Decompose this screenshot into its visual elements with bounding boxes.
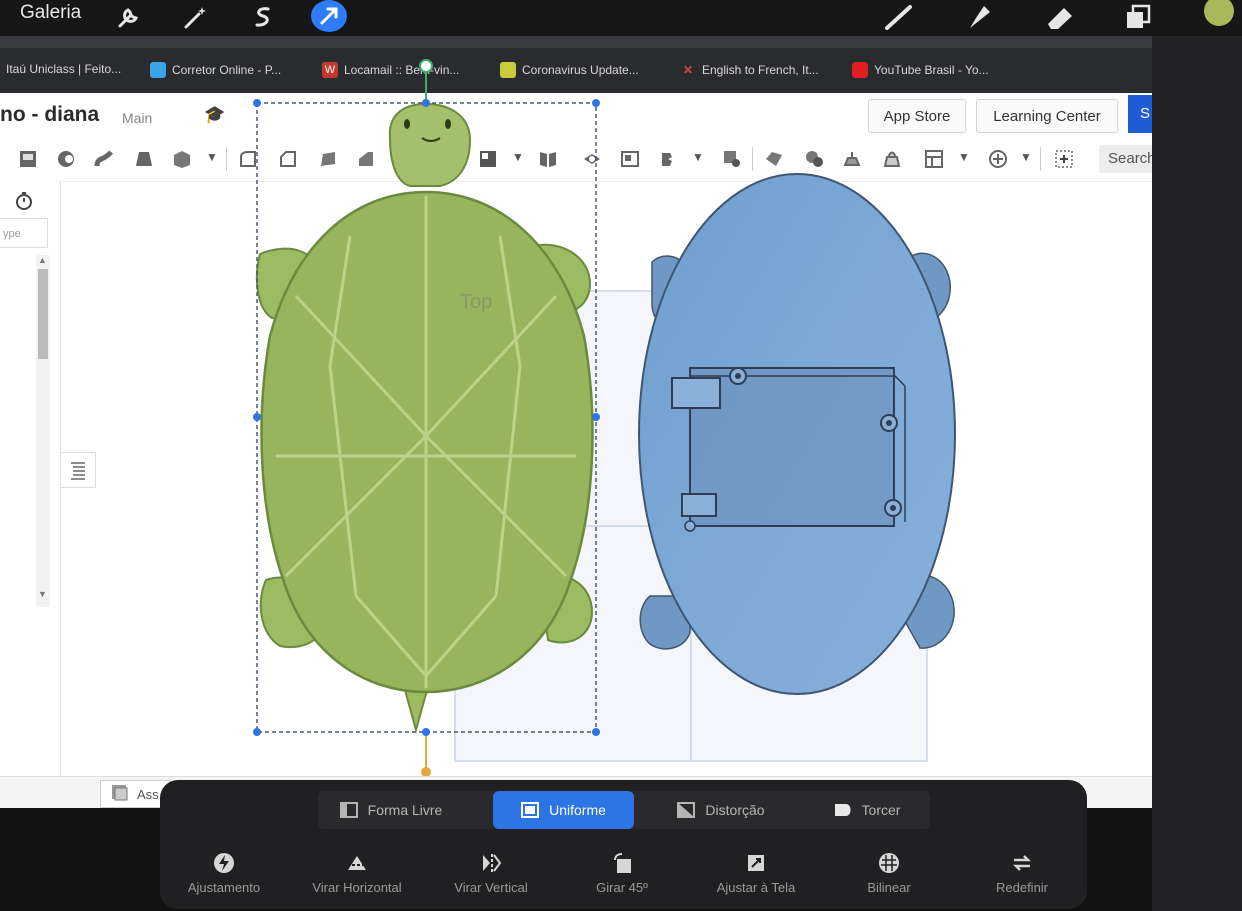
flip-vertical-button[interactable]: Virar Vertical — [436, 852, 546, 895]
warp-mode-button[interactable]: Torcer — [802, 791, 932, 829]
flip-horizontal-button[interactable]: Virar Horizontal — [292, 852, 422, 895]
view-plane-label: Top — [460, 291, 492, 313]
magic-wand-icon[interactable] — [181, 4, 209, 30]
blue-turtle-model[interactable] — [638, 173, 956, 695]
reset-icon — [1011, 852, 1033, 874]
gallery-button[interactable]: Galeria — [20, 2, 81, 24]
smudge-icon[interactable] — [962, 4, 994, 30]
procreate-top-bar: Galeria — [0, 0, 1242, 36]
fit-to-screen-icon — [745, 852, 767, 874]
reset-button[interactable]: Redefinir — [972, 852, 1072, 895]
assembly-icon — [112, 785, 128, 801]
freeform-mode-button[interactable]: Forma Livre — [326, 791, 456, 829]
right-dark-panel — [1152, 36, 1242, 911]
uniform-icon — [521, 802, 540, 818]
transform-panel: Forma Livre Uniforme Distorção Torcer Aj… — [160, 780, 1087, 909]
fit-to-screen-button[interactable]: Ajustar à Tela — [698, 852, 814, 895]
wrench-icon[interactable] — [114, 4, 142, 30]
flip-horizontal-icon — [346, 852, 368, 874]
warp-icon — [834, 804, 851, 816]
bilinear-icon — [878, 852, 900, 874]
rotate-45-button[interactable]: Girar 45º — [572, 852, 672, 895]
distort-icon — [677, 802, 696, 818]
snapping-button[interactable]: Ajustamento — [174, 852, 274, 895]
bilinear-button[interactable]: Bilinear — [840, 852, 938, 895]
distort-mode-button[interactable]: Distorção — [656, 791, 786, 829]
eraser-icon[interactable] — [1042, 4, 1076, 30]
freeform-icon — [339, 802, 358, 818]
green-turtle-drawing[interactable] — [255, 102, 594, 734]
layers-icon[interactable] — [1124, 4, 1152, 30]
screen-recording: Itaú Uniclass | Feito... Corretor Online… — [0, 36, 1152, 808]
flip-vertical-icon — [480, 852, 502, 874]
color-picker[interactable] — [1204, 0, 1234, 26]
selection-icon[interactable] — [249, 4, 277, 30]
uniform-mode-button[interactable]: Uniforme — [493, 791, 634, 829]
canvas-viewport[interactable]: Top — [0, 36, 1152, 808]
snapping-icon — [213, 852, 235, 874]
rotate-icon — [611, 852, 633, 874]
brush-icon[interactable] — [884, 4, 916, 30]
transform-arrow-icon[interactable] — [311, 0, 347, 32]
